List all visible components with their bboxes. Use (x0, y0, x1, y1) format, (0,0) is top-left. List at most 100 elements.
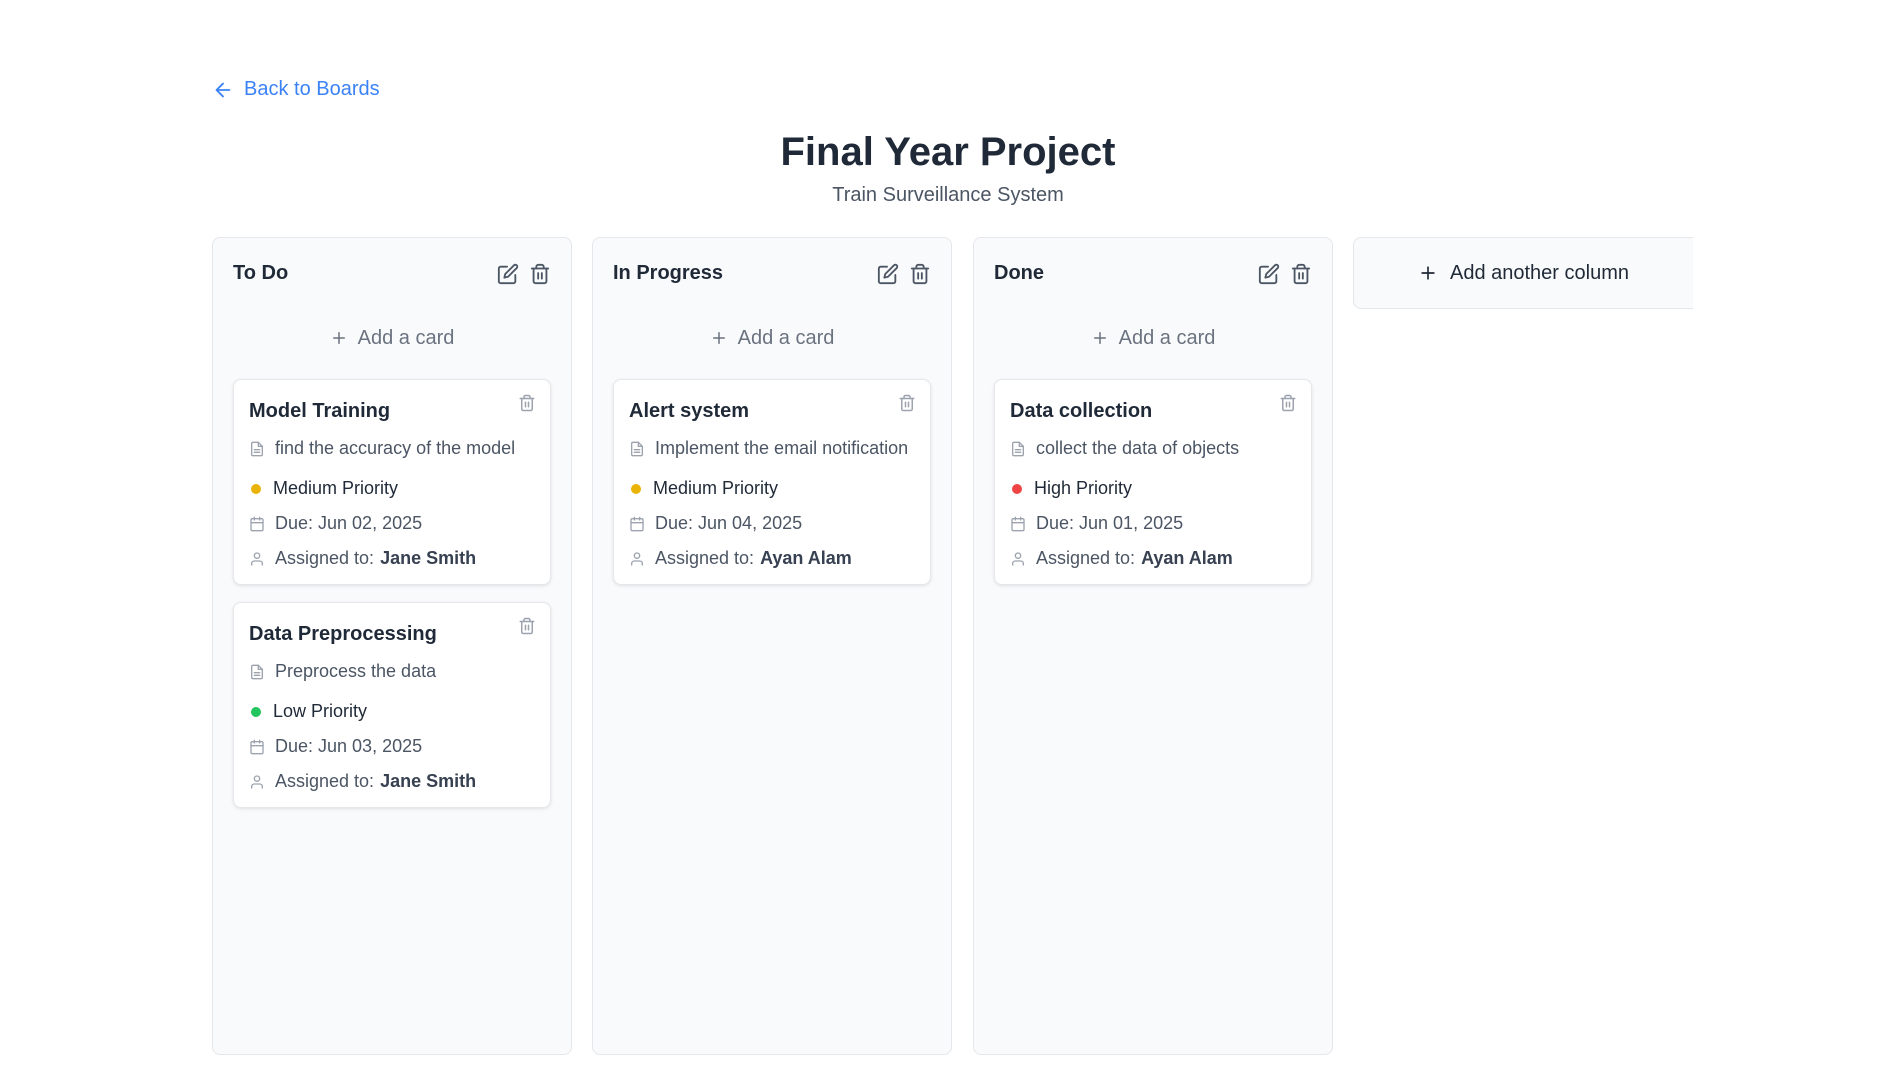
column-header: In Progress (613, 262, 931, 285)
priority-dot (251, 483, 261, 494)
card-description: Preprocess the data (249, 661, 540, 682)
delete-card-button[interactable] (518, 394, 536, 412)
trash-icon (910, 263, 930, 284)
board-title: Final Year Project (780, 130, 1116, 174)
card-due-date: Due: Jun 04, 2025 (629, 513, 920, 534)
add-card-button[interactable]: Add a card (233, 320, 551, 356)
document-icon (251, 664, 263, 679)
edit-icon (497, 263, 519, 284)
add-card-label: Add a card (1118, 326, 1216, 349)
assignee-name: Jane Smith (380, 548, 477, 568)
card-priority: Medium Priority (249, 478, 540, 499)
assigned-label: Assigned to: (655, 548, 755, 568)
priority-label: High Priority (1034, 478, 1133, 498)
card-description-text: Implement the email notification (655, 438, 909, 458)
card-assignee: Assigned to: Jane Smith (249, 548, 540, 569)
task-card[interactable]: Alert system Implement the email notific… (613, 379, 931, 585)
document-icon (631, 441, 643, 456)
add-column-button[interactable]: Add another column (1353, 237, 1693, 309)
edit-icon (1258, 263, 1280, 284)
trash-icon (899, 394, 915, 412)
calendar-icon (1011, 516, 1025, 531)
user-icon (1012, 551, 1024, 566)
plus-icon (712, 332, 725, 344)
task-card[interactable]: Model Training find the accuracy of the … (233, 379, 551, 585)
column-title: In Progress (613, 262, 724, 284)
delete-card-button[interactable] (518, 617, 536, 635)
calendar-icon (250, 516, 264, 531)
trash-icon (519, 617, 535, 635)
trash-icon (519, 394, 535, 412)
assignee-name: Ayan Alam (760, 548, 852, 568)
column-title: Done (994, 262, 1044, 284)
arrow-left-icon (215, 82, 231, 97)
card-description: find the accuracy of the model (249, 438, 540, 459)
due-date-text: Due: Jun 04, 2025 (655, 513, 803, 533)
card-description-text: collect the data of objects (1036, 438, 1240, 458)
card-due-date: Due: Jun 03, 2025 (249, 736, 540, 757)
card-assignee: Assigned to: Jane Smith (249, 771, 540, 792)
plus-icon (332, 332, 345, 344)
trash-icon (1280, 394, 1296, 412)
column-to-do: To Do Add a card Model Training find the… (212, 237, 572, 1055)
assignee-name: Ayan Alam (1141, 548, 1233, 568)
card-title: Model Training (249, 400, 391, 422)
add-card-button[interactable]: Add a card (994, 320, 1312, 356)
user-icon (251, 774, 263, 789)
card-assignee: Assigned to: Ayan Alam (629, 548, 920, 569)
back-to-boards-label: Back to Boards (244, 78, 380, 100)
delete-column-button[interactable] (529, 263, 551, 285)
card-priority: Medium Priority (629, 478, 920, 499)
task-card[interactable]: Data collection collect the data of obje… (994, 379, 1312, 585)
assigned-label: Assigned to: (1036, 548, 1136, 568)
document-icon (251, 441, 263, 456)
due-date-text: Due: Jun 01, 2025 (1036, 513, 1184, 533)
card-title: Data collection (1010, 400, 1153, 422)
card-title: Data Preprocessing (249, 623, 437, 645)
column-title: To Do (233, 262, 289, 284)
delete-card-button[interactable] (898, 394, 916, 412)
priority-dot (251, 706, 261, 717)
delete-card-button[interactable] (1279, 394, 1297, 412)
add-card-label: Add a card (357, 326, 455, 349)
plus-icon (1093, 332, 1106, 344)
task-card[interactable]: Data Preprocessing Preprocess the data L… (233, 602, 551, 808)
add-card-button[interactable]: Add a card (613, 320, 931, 356)
card-description: collect the data of objects (1010, 438, 1301, 459)
trash-icon (530, 263, 550, 284)
document-icon (1012, 441, 1024, 456)
user-icon (631, 551, 643, 566)
card-description-text: find the accuracy of the model (275, 438, 516, 458)
card-title: Alert system (629, 400, 750, 422)
priority-dot (631, 483, 641, 494)
trash-icon (1291, 263, 1311, 284)
delete-column-button[interactable] (909, 263, 931, 285)
back-to-boards-link[interactable]: Back to Boards (212, 78, 380, 101)
card-due-date: Due: Jun 02, 2025 (249, 513, 540, 534)
card-due-date: Due: Jun 01, 2025 (1010, 513, 1301, 534)
edit-column-button[interactable] (1258, 263, 1280, 285)
edit-column-button[interactable] (877, 263, 899, 285)
assigned-label: Assigned to: (275, 548, 375, 568)
board-subtitle: Train Surveillance System (832, 184, 1064, 206)
priority-label: Low Priority (273, 701, 368, 721)
card-description: Implement the email notification (629, 438, 920, 459)
column-header: Done (994, 262, 1312, 285)
priority-label: Medium Priority (273, 478, 399, 498)
edit-icon (877, 263, 899, 284)
user-icon (251, 551, 263, 566)
card-priority: High Priority (1010, 478, 1301, 499)
card-description-text: Preprocess the data (275, 661, 437, 681)
card-priority: Low Priority (249, 701, 540, 722)
column-header: To Do (233, 262, 551, 285)
assigned-label: Assigned to: (275, 771, 375, 791)
assignee-name: Jane Smith (380, 771, 477, 791)
column-in-progress: In Progress Add a card Alert system Impl… (592, 237, 952, 1055)
priority-dot (1012, 483, 1022, 494)
due-date-text: Due: Jun 03, 2025 (275, 736, 423, 756)
add-card-label: Add a card (737, 326, 835, 349)
priority-label: Medium Priority (653, 478, 779, 498)
edit-column-button[interactable] (497, 263, 519, 285)
board-header: Final Year Project Train Surveillance Sy… (0, 126, 1896, 207)
delete-column-button[interactable] (1290, 263, 1312, 285)
